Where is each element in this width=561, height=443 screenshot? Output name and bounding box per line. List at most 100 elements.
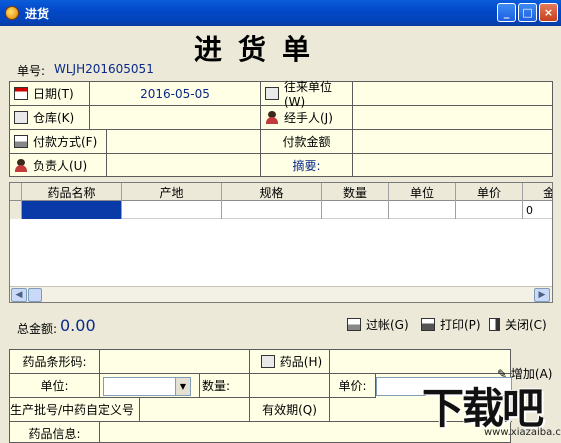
header-form: 日期(T) 2016-05-05 往来单位(W) 仓库(K) 经手人(J) 付款… (9, 80, 553, 177)
row-selector[interactable] (10, 201, 22, 219)
date-value: 2016-05-05 (140, 86, 210, 101)
column-header[interactable]: 金 (523, 183, 552, 201)
column-header[interactable]: 规格 (222, 183, 322, 201)
column-header[interactable]: 单价 (456, 183, 523, 201)
expiry-label: 有效期(Q) (262, 403, 317, 417)
scroll-right-button[interactable]: ▶ (534, 288, 550, 302)
handler-label-cell[interactable]: 经手人(J) (261, 106, 353, 130)
maximize-button[interactable]: □ (518, 3, 537, 22)
partner-label-cell[interactable]: 往来单位(W) (261, 80, 353, 109)
payment-method-label: 付款方式(F) (33, 135, 98, 149)
unit-select[interactable]: ▼ (103, 377, 191, 396)
handler-field[interactable] (353, 106, 552, 130)
book-icon (265, 87, 279, 100)
chevron-down-icon[interactable]: ▼ (175, 378, 190, 395)
window-title: 进货 (25, 6, 50, 21)
horizontal-scrollbar[interactable]: ◀ ▶ (10, 286, 552, 302)
watermark-url: www.xiazaiba.com (484, 427, 561, 438)
warehouse-label: 仓库(K) (33, 111, 75, 125)
table-row[interactable]: 0 (10, 201, 552, 219)
table-cell[interactable] (322, 201, 389, 219)
barcode-label-cell: 药品条形码: (10, 350, 100, 374)
drug-field[interactable] (330, 350, 512, 374)
table-cell[interactable] (222, 201, 322, 219)
calendar-icon (14, 87, 28, 100)
payment-amount-field[interactable] (353, 130, 552, 154)
column-header[interactable]: 数量 (322, 183, 389, 201)
watermark-logo: 下载吧 www.xiazaiba.com (418, 375, 561, 443)
warehouse-field[interactable] (90, 106, 261, 130)
post-button-label: 过帐(G) (366, 318, 409, 332)
book-icon (14, 111, 28, 124)
summary-label-cell: 摘要: (261, 154, 353, 176)
responsible-label-cell[interactable]: 负责人(U) (10, 154, 107, 176)
quantity-field[interactable] (250, 374, 330, 398)
printer-icon (421, 318, 435, 331)
barcode-label: 药品条形码: (22, 355, 87, 369)
payment-method-label-cell[interactable]: 付款方式(F) (10, 130, 107, 154)
door-icon (489, 318, 500, 331)
drug-info-label-cell: 药品信息: (10, 422, 100, 443)
total-amount-label: 总金额: (17, 322, 58, 336)
person-icon (14, 158, 28, 172)
close-button-label: 关闭(C) (505, 318, 547, 332)
payment-icon (14, 135, 28, 148)
barcode-field[interactable] (100, 350, 250, 374)
column-header[interactable]: 药品名称 (22, 183, 122, 201)
items-table[interactable]: 药品名称 产地 规格 数量 单位 单价 金 0 ◀ ▶ (9, 182, 553, 303)
table-cell-amount[interactable]: 0 (523, 201, 552, 219)
app-icon (5, 6, 19, 20)
summary-field[interactable] (353, 154, 552, 176)
column-header[interactable]: 产地 (122, 183, 222, 201)
table-cell[interactable] (456, 201, 523, 219)
column-header[interactable]: 单位 (389, 183, 456, 201)
post-icon (347, 318, 361, 331)
window-titlebar[interactable]: 进货 _ □ × (0, 0, 561, 26)
expiry-label-cell: 有效期(Q) (250, 398, 330, 422)
document-number-label: 单号: (17, 64, 46, 78)
drug-info-label: 药品信息: (28, 426, 81, 441)
close-button[interactable]: 关闭(C) (489, 316, 547, 333)
date-field[interactable]: 2016-05-05 (90, 82, 261, 106)
summary-label: 摘要: (292, 158, 321, 173)
table-cell[interactable] (389, 201, 456, 219)
price-label-cell: 单价: (330, 374, 376, 398)
date-label: 日期(T) (33, 87, 74, 101)
date-label-cell: 日期(T) (10, 82, 90, 106)
batch-field[interactable] (140, 398, 250, 422)
scroll-left-button[interactable]: ◀ (11, 288, 27, 302)
responsible-field[interactable] (107, 154, 261, 176)
unit-label: 单位: (40, 379, 69, 393)
row-selector-header (10, 183, 22, 201)
payment-method-field[interactable] (107, 130, 261, 154)
document-title: 进货单 (193, 33, 326, 66)
drug-label: 药品(H) (279, 355, 323, 369)
handler-label: 经手人(J) (284, 111, 333, 125)
warehouse-label-cell[interactable]: 仓库(K) (10, 106, 90, 130)
batch-label: 生产批号/中药自定义号 (10, 403, 135, 417)
unit-label-cell: 单位: (10, 374, 100, 398)
document-number: WLJH201605051 (54, 62, 154, 76)
total-amount-value: 0.00 (60, 316, 96, 335)
table-header: 药品名称 产地 规格 数量 单位 单价 金 (10, 183, 552, 201)
batch-label-cell: 生产批号/中药自定义号 (10, 398, 140, 422)
print-button-label: 打印(P) (440, 318, 481, 332)
close-window-button[interactable]: × (539, 3, 558, 22)
price-label: 单价: (338, 379, 367, 393)
minimize-button[interactable]: _ (497, 3, 516, 22)
partner-field[interactable] (353, 82, 552, 106)
table-cell[interactable] (122, 201, 222, 219)
responsible-label: 负责人(U) (33, 158, 88, 173)
post-button[interactable]: 过帐(G) (347, 316, 409, 333)
person-icon (265, 111, 279, 124)
drug-label-cell[interactable]: 药品(H) (250, 350, 330, 374)
payment-amount-label: 付款金额 (282, 135, 331, 149)
quantity-label: 数量: (202, 379, 231, 393)
scrollbar-thumb[interactable] (28, 288, 42, 302)
quantity-label-cell: 数量: (200, 374, 250, 398)
table-cell-selected[interactable] (22, 201, 122, 219)
partner-label: 往来单位(W) (284, 80, 333, 109)
print-button[interactable]: 打印(P) (421, 316, 481, 333)
payment-amount-label-cell: 付款金额 (261, 130, 353, 154)
book-icon (260, 355, 275, 368)
